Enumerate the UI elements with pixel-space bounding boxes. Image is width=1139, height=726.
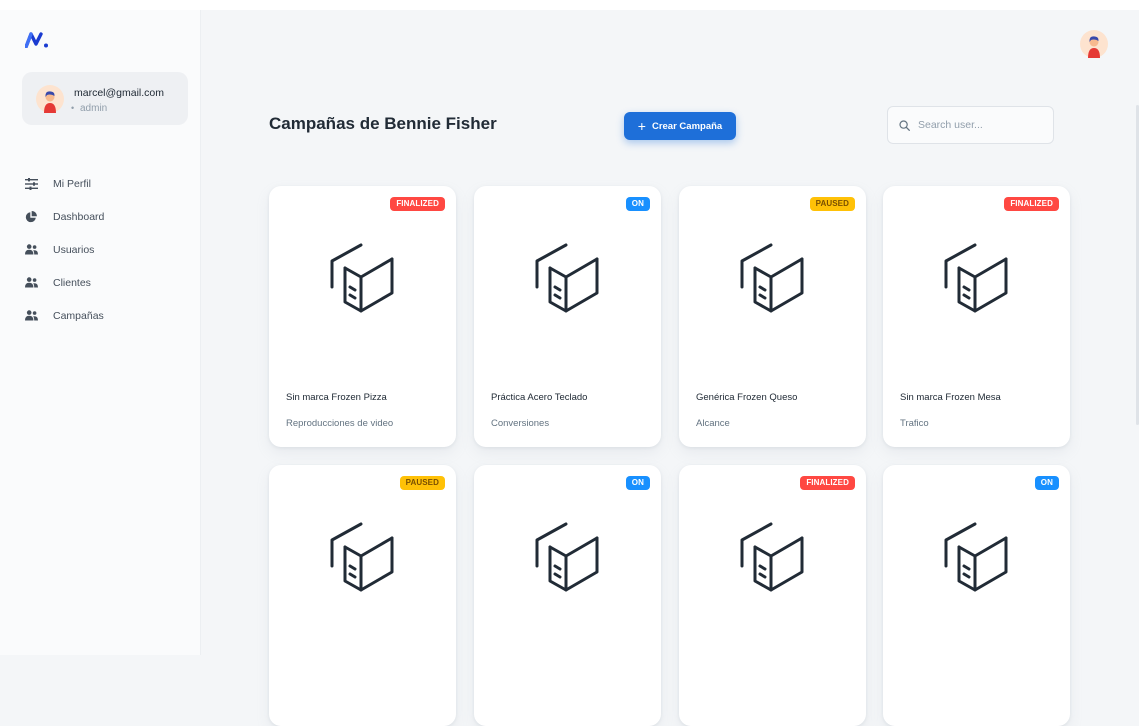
sidebar-item-campanas[interactable]: Campañas [24,299,104,332]
campaign-card[interactable]: FINALIZED [679,465,866,726]
status-badge: ON [1034,476,1059,490]
main-content: Campañas de Bennie Fisher + Crear Campañ… [201,10,1139,726]
sidebar-item-mi-perfil[interactable]: Mi Perfil [24,167,104,200]
sliders-icon [24,177,38,191]
status-badge: PAUSED [399,476,445,490]
status-badge: PAUSED [809,197,855,211]
sidebar: marcel@gmail.com admin Mi Perfil [0,10,201,655]
campaign-card[interactable]: PAUSED [269,465,456,726]
create-campaign-label: Crear Campaña [651,120,723,132]
app-logo[interactable] [24,32,49,53]
avatar[interactable] [1080,30,1108,58]
campaign-objective: Reproducciones de video [286,418,394,429]
campaign-name: Práctica Acero Teclado [491,392,588,403]
page-title: Campañas de Bennie Fisher [269,114,497,133]
campaign-name: Sin marca Frozen Pizza [286,392,387,403]
plus-icon: + [637,118,646,134]
people-icon [24,309,38,323]
avatar [36,85,64,113]
sidebar-item-dashboard[interactable]: Dashboard [24,200,104,233]
sidebar-item-label: Campañas [53,309,104,322]
people-icon [24,276,38,290]
status-badge: ON [625,197,650,211]
campaign-card[interactable]: PAUSED Genérica Frozen Queso Alcance [679,186,866,447]
account-card[interactable]: marcel@gmail.com admin [22,72,188,125]
campaign-card[interactable]: ON [883,465,1070,726]
account-email: marcel@gmail.com [74,87,165,99]
campaign-card[interactable]: FINALIZED Sin marca Frozen Pizza Reprodu… [269,186,456,447]
create-campaign-button[interactable]: + Crear Campaña [624,112,736,140]
status-badge: FINALIZED [1004,197,1059,211]
search-box[interactable] [887,106,1054,144]
campaign-card[interactable]: ON [474,465,661,726]
package-icon [943,518,1011,596]
top-strip [0,0,1139,10]
sidebar-nav: Mi Perfil Dashboard Usuarios Clientes Ca… [24,167,104,332]
search-icon [899,119,910,131]
campaign-name: Sin marca Frozen Mesa [900,392,1001,403]
campaign-name: Genérica Frozen Queso [696,392,798,403]
status-badge: ON [625,476,650,490]
account-role: admin [71,103,107,114]
campaign-card[interactable]: FINALIZED Sin marca Frozen Mesa Trafico [883,186,1070,447]
package-icon [739,518,807,596]
package-icon [943,239,1011,317]
package-icon [329,518,397,596]
sidebar-item-clientes[interactable]: Clientes [24,266,104,299]
pie-chart-icon [24,210,38,224]
sidebar-item-label: Usuarios [53,243,95,256]
people-icon [24,243,38,257]
status-badge: FINALIZED [800,476,855,490]
search-input[interactable] [916,118,1040,132]
campaign-objective: Trafico [900,418,929,429]
sidebar-item-label: Mi Perfil [53,177,91,190]
package-icon [534,518,602,596]
campaign-objective: Conversiones [491,418,550,429]
sidebar-item-label: Dashboard [53,210,105,223]
package-icon [739,239,807,317]
sidebar-item-usuarios[interactable]: Usuarios [24,233,104,266]
package-icon [534,239,602,317]
status-badge: FINALIZED [390,197,445,211]
package-icon [329,239,397,317]
campaign-card[interactable]: ON Práctica Acero Teclado Conversiones [474,186,661,447]
campaign-objective: Alcance [696,418,730,429]
sidebar-item-label: Clientes [53,276,91,289]
